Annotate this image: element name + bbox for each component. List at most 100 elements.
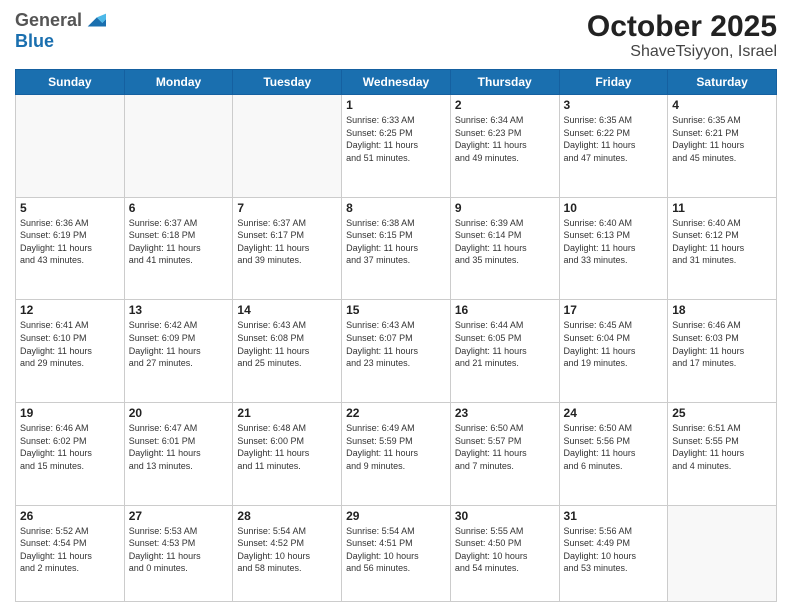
day-number: 27 bbox=[129, 509, 229, 523]
day-number: 7 bbox=[237, 201, 337, 215]
calendar-cell: 21 Sunrise: 6:48 AM Sunset: 6:00 PM Dayli… bbox=[233, 403, 342, 506]
calendar-week-3: 19Sunrise: 6:46 AM Sunset: 6:02 PM Dayli… bbox=[16, 403, 777, 506]
day-number: 24 bbox=[564, 406, 664, 420]
day-info: Sunrise: 6:50 AM Sunset: 5:56 PM Dayligh… bbox=[564, 422, 664, 472]
header-thursday: Thursday bbox=[450, 70, 559, 95]
calendar-cell: 1 Sunrise: 6:33 AM Sunset: 6:25 PM Daylig… bbox=[342, 95, 451, 198]
day-info: Sunrise: 5:55 AM Sunset: 4:50 PM Dayligh… bbox=[455, 525, 555, 575]
calendar-week-2: 12Sunrise: 6:41 AM Sunset: 6:10 PM Dayli… bbox=[16, 300, 777, 403]
calendar-week-4: 26 Sunrise: 5:52 AM Sunset: 4:54 PM Dayli… bbox=[16, 505, 777, 601]
calendar-cell: 25Sunrise: 6:51 AM Sunset: 5:55 PM Dayli… bbox=[668, 403, 777, 506]
logo-general: General bbox=[15, 11, 82, 31]
day-number: 15 bbox=[346, 303, 446, 317]
calendar-cell: 10 Sunrise: 6:40 AM Sunset: 6:13 PM Dayli… bbox=[559, 197, 668, 300]
calendar-cell: 13 Sunrise: 6:42 AM Sunset: 6:09 PM Dayli… bbox=[124, 300, 233, 403]
calendar-cell: 27 Sunrise: 5:53 AM Sunset: 4:53 PM Dayli… bbox=[124, 505, 233, 601]
day-number: 25 bbox=[672, 406, 772, 420]
day-number: 11 bbox=[672, 201, 772, 215]
title-block: October 2025 ShaveTsiyyon, Israel bbox=[587, 10, 777, 61]
day-number: 3 bbox=[564, 98, 664, 112]
header-tuesday: Tuesday bbox=[233, 70, 342, 95]
day-number: 26 bbox=[20, 509, 120, 523]
day-info: Sunrise: 6:35 AM Sunset: 6:22 PM Dayligh… bbox=[564, 114, 664, 164]
calendar-cell: 23Sunrise: 6:50 AM Sunset: 5:57 PM Dayli… bbox=[450, 403, 559, 506]
day-number: 4 bbox=[672, 98, 772, 112]
logo: General Blue bbox=[15, 10, 106, 52]
day-number: 29 bbox=[346, 509, 446, 523]
day-info: Sunrise: 6:42 AM Sunset: 6:09 PM Dayligh… bbox=[129, 319, 229, 369]
calendar-week-1: 5 Sunrise: 6:36 AM Sunset: 6:19 PM Daylig… bbox=[16, 197, 777, 300]
calendar-cell: 17 Sunrise: 6:45 AM Sunset: 6:04 PM Dayli… bbox=[559, 300, 668, 403]
day-info: Sunrise: 6:33 AM Sunset: 6:25 PM Dayligh… bbox=[346, 114, 446, 164]
calendar-cell: 26 Sunrise: 5:52 AM Sunset: 4:54 PM Dayli… bbox=[16, 505, 125, 601]
day-info: Sunrise: 5:52 AM Sunset: 4:54 PM Dayligh… bbox=[20, 525, 120, 575]
day-number: 2 bbox=[455, 98, 555, 112]
day-info: Sunrise: 6:38 AM Sunset: 6:15 PM Dayligh… bbox=[346, 217, 446, 267]
day-number: 23 bbox=[455, 406, 555, 420]
calendar-cell: 19Sunrise: 6:46 AM Sunset: 6:02 PM Dayli… bbox=[16, 403, 125, 506]
calendar-cell bbox=[16, 95, 125, 198]
day-info: Sunrise: 6:41 AM Sunset: 6:10 PM Dayligh… bbox=[20, 319, 120, 369]
header-wednesday: Wednesday bbox=[342, 70, 451, 95]
weekday-header-row: Sunday Monday Tuesday Wednesday Thursday… bbox=[16, 70, 777, 95]
day-info: Sunrise: 6:40 AM Sunset: 6:13 PM Dayligh… bbox=[564, 217, 664, 267]
day-number: 17 bbox=[564, 303, 664, 317]
day-info: Sunrise: 6:47 AM Sunset: 6:01 PM Dayligh… bbox=[129, 422, 229, 472]
calendar-cell: 28Sunrise: 5:54 AM Sunset: 4:52 PM Dayli… bbox=[233, 505, 342, 601]
day-info: Sunrise: 6:36 AM Sunset: 6:19 PM Dayligh… bbox=[20, 217, 120, 267]
calendar-cell: 24 Sunrise: 6:50 AM Sunset: 5:56 PM Dayli… bbox=[559, 403, 668, 506]
day-number: 1 bbox=[346, 98, 446, 112]
header-sunday: Sunday bbox=[16, 70, 125, 95]
calendar-cell bbox=[233, 95, 342, 198]
header-friday: Friday bbox=[559, 70, 668, 95]
calendar-cell: 5 Sunrise: 6:36 AM Sunset: 6:19 PM Daylig… bbox=[16, 197, 125, 300]
day-number: 5 bbox=[20, 201, 120, 215]
day-number: 10 bbox=[564, 201, 664, 215]
day-info: Sunrise: 6:45 AM Sunset: 6:04 PM Dayligh… bbox=[564, 319, 664, 369]
calendar-cell: 4 Sunrise: 6:35 AM Sunset: 6:21 PM Daylig… bbox=[668, 95, 777, 198]
day-info: Sunrise: 6:43 AM Sunset: 6:07 PM Dayligh… bbox=[346, 319, 446, 369]
calendar-cell: 12Sunrise: 6:41 AM Sunset: 6:10 PM Dayli… bbox=[16, 300, 125, 403]
calendar-cell: 14Sunrise: 6:43 AM Sunset: 6:08 PM Dayli… bbox=[233, 300, 342, 403]
day-info: Sunrise: 6:46 AM Sunset: 6:03 PM Dayligh… bbox=[672, 319, 772, 369]
day-info: Sunrise: 6:48 AM Sunset: 6:00 PM Dayligh… bbox=[237, 422, 337, 472]
day-number: 9 bbox=[455, 201, 555, 215]
day-info: Sunrise: 6:34 AM Sunset: 6:23 PM Dayligh… bbox=[455, 114, 555, 164]
page: General Blue October 2025 ShaveTsiyyon, … bbox=[0, 0, 792, 612]
calendar-cell: 22Sunrise: 6:49 AM Sunset: 5:59 PM Dayli… bbox=[342, 403, 451, 506]
calendar-cell: 9Sunrise: 6:39 AM Sunset: 6:14 PM Daylig… bbox=[450, 197, 559, 300]
day-info: Sunrise: 6:35 AM Sunset: 6:21 PM Dayligh… bbox=[672, 114, 772, 164]
day-info: Sunrise: 5:54 AM Sunset: 4:52 PM Dayligh… bbox=[237, 525, 337, 575]
calendar-subtitle: ShaveTsiyyon, Israel bbox=[587, 43, 777, 61]
calendar-cell bbox=[668, 505, 777, 601]
header: General Blue October 2025 ShaveTsiyyon, … bbox=[15, 10, 777, 61]
header-monday: Monday bbox=[124, 70, 233, 95]
calendar-title: October 2025 bbox=[587, 10, 777, 43]
calendar-table: Sunday Monday Tuesday Wednesday Thursday… bbox=[15, 69, 777, 602]
day-number: 18 bbox=[672, 303, 772, 317]
calendar-cell: 30 Sunrise: 5:55 AM Sunset: 4:50 PM Dayli… bbox=[450, 505, 559, 601]
day-number: 20 bbox=[129, 406, 229, 420]
day-number: 6 bbox=[129, 201, 229, 215]
calendar-cell: 11 Sunrise: 6:40 AM Sunset: 6:12 PM Dayli… bbox=[668, 197, 777, 300]
calendar-cell: 6Sunrise: 6:37 AM Sunset: 6:18 PM Daylig… bbox=[124, 197, 233, 300]
logo-icon bbox=[84, 10, 106, 32]
calendar-cell: 15 Sunrise: 6:43 AM Sunset: 6:07 PM Dayli… bbox=[342, 300, 451, 403]
day-number: 21 bbox=[237, 406, 337, 420]
calendar-cell: 20 Sunrise: 6:47 AM Sunset: 6:01 PM Dayli… bbox=[124, 403, 233, 506]
calendar-cell: 31Sunrise: 5:56 AM Sunset: 4:49 PM Dayli… bbox=[559, 505, 668, 601]
day-info: Sunrise: 6:49 AM Sunset: 5:59 PM Dayligh… bbox=[346, 422, 446, 472]
calendar-cell: 18 Sunrise: 6:46 AM Sunset: 6:03 PM Dayli… bbox=[668, 300, 777, 403]
day-number: 14 bbox=[237, 303, 337, 317]
calendar-cell: 3 Sunrise: 6:35 AM Sunset: 6:22 PM Daylig… bbox=[559, 95, 668, 198]
header-saturday: Saturday bbox=[668, 70, 777, 95]
day-number: 13 bbox=[129, 303, 229, 317]
calendar-cell: 16Sunrise: 6:44 AM Sunset: 6:05 PM Dayli… bbox=[450, 300, 559, 403]
calendar-cell: 29Sunrise: 5:54 AM Sunset: 4:51 PM Dayli… bbox=[342, 505, 451, 601]
day-info: Sunrise: 6:40 AM Sunset: 6:12 PM Dayligh… bbox=[672, 217, 772, 267]
day-info: Sunrise: 5:53 AM Sunset: 4:53 PM Dayligh… bbox=[129, 525, 229, 575]
day-number: 30 bbox=[455, 509, 555, 523]
day-number: 8 bbox=[346, 201, 446, 215]
day-info: Sunrise: 6:37 AM Sunset: 6:17 PM Dayligh… bbox=[237, 217, 337, 267]
logo-blue: Blue bbox=[15, 32, 106, 52]
